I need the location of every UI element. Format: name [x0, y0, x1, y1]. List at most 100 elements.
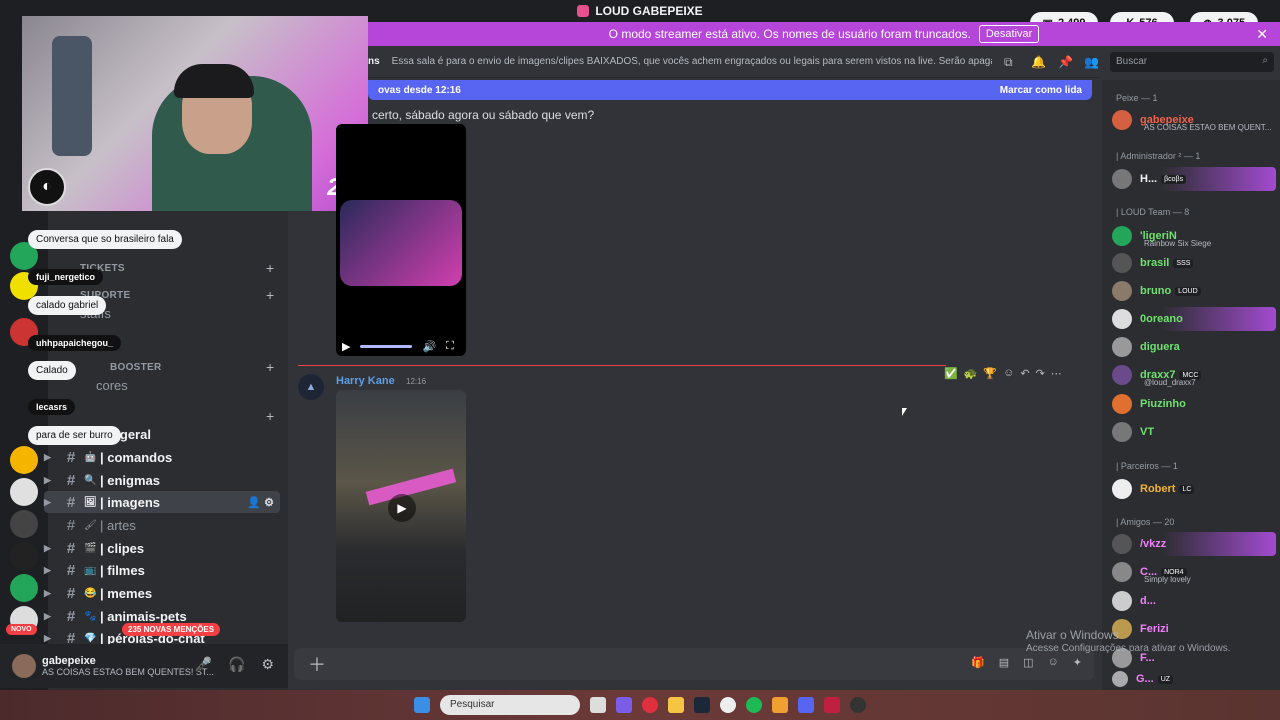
member-status: AS COISAS ESTAO BEM QUENT... [1144, 123, 1272, 132]
member-item[interactable]: 'ligeriN Rainbow Six Siege [1112, 224, 1276, 248]
member-item[interactable]: draxx7 MCC @loud_draxx7 [1112, 363, 1276, 387]
member-item[interactable]: H... βcoβs [1112, 167, 1276, 191]
member-item[interactable]: brasil SSS [1112, 251, 1276, 275]
add-channel-icon[interactable]: + [266, 287, 274, 303]
member-item[interactable]: d... [1112, 589, 1276, 613]
channel-emoji-icon: 😂 [84, 587, 97, 599]
pin-icon[interactable]: 📌 [1058, 55, 1073, 69]
reaction-icon[interactable]: 🐢 [964, 367, 978, 380]
server-icon[interactable] [10, 446, 38, 474]
server-icon[interactable] [10, 574, 38, 602]
apps-icon[interactable]: ✦ [1073, 656, 1082, 669]
add-reaction-icon[interactable]: ☺ [1003, 367, 1014, 379]
member-item[interactable]: G... UZ [1112, 670, 1276, 688]
channel-enigmas[interactable]: ▶ # 🔍 | enigmas [44, 469, 280, 491]
member-item[interactable]: Robert LC [1112, 477, 1276, 501]
sticker-icon[interactable]: ◫ [1023, 656, 1033, 669]
taskbar-search[interactable]: Pesquisar [440, 695, 580, 715]
windows-activation-watermark: Ativar o Windows [1026, 628, 1119, 642]
video-attachment[interactable]: ▶ 🔊 ⛶ [336, 124, 466, 356]
add-channel-icon[interactable]: + [266, 359, 274, 375]
member-item[interactable]: C... NOR4 Simply lovely [1112, 560, 1276, 584]
more-icon[interactable]: ⋯ [1051, 367, 1062, 380]
avatar [1112, 591, 1132, 611]
disable-streamer-button[interactable]: Desativar [978, 25, 1040, 43]
play-icon[interactable]: ▶ [388, 494, 416, 522]
spotify-icon[interactable] [746, 697, 762, 713]
mute-icon[interactable]: 🎤 [195, 656, 212, 673]
emoji-icon[interactable]: ☺ [1048, 656, 1059, 669]
gear-icon[interactable]: ⚙ [261, 656, 274, 673]
gift-icon[interactable]: 🎁 [971, 656, 985, 669]
new-messages-bar[interactable]: ovas desde 12:16 Marcar como lida [368, 80, 1092, 100]
server-icon[interactable] [10, 542, 38, 570]
channel-emoji-icon: 🔍 [84, 474, 97, 486]
headphones-icon[interactable]: 🎧 [228, 656, 245, 673]
opera-icon[interactable] [642, 697, 658, 713]
app-icon[interactable] [772, 697, 788, 713]
task-view-icon[interactable] [590, 697, 606, 713]
channel-filmes[interactable]: ▶ # 📺 | filmes [44, 559, 280, 581]
folder-icon[interactable] [668, 697, 684, 713]
category-booster[interactable]: BOOSTER [110, 362, 162, 373]
reply-icon[interactable]: ↶ [1020, 367, 1029, 380]
member-item[interactable]: VT [1112, 420, 1276, 444]
hash-icon: # [66, 448, 76, 466]
window-title: LOUD GABEPEIXE [595, 4, 703, 18]
members-icon[interactable]: 👥 [1084, 55, 1099, 69]
server-icon[interactable] [10, 478, 38, 506]
app-icon[interactable] [616, 697, 632, 713]
chat-username-tag: lecasrs [28, 399, 76, 415]
start-icon[interactable] [414, 697, 430, 713]
member-item[interactable]: gabepeixe AS COISAS ESTAO BEM QUENT... [1112, 108, 1276, 132]
video-attachment[interactable]: ▶ [336, 390, 466, 622]
add-channel-icon[interactable]: + [266, 260, 274, 276]
channel-topic[interactable]: Essa sala é para o envio de imagens/clip… [392, 56, 992, 67]
member-item[interactable]: diguera [1112, 335, 1276, 359]
mentions-badge[interactable]: 235 NOVAS MENÇÕES [122, 623, 221, 636]
app-icon[interactable] [720, 697, 736, 713]
discord-icon[interactable] [798, 697, 814, 713]
bell-icon[interactable]: 🔔 [1031, 55, 1046, 69]
channel-imagens[interactable]: ▶ # 🖼 | imagens 👤 ⚙ [44, 491, 280, 513]
member-item[interactable]: Piuzinho [1112, 392, 1276, 416]
member-item[interactable]: /vkzz [1112, 532, 1276, 556]
member-item[interactable]: bruno LOUD [1112, 279, 1276, 303]
add-attachment-icon[interactable]: ＋ [308, 651, 326, 677]
channel-artes[interactable]: # 🖌 | artes [44, 514, 280, 536]
message-author[interactable]: Harry Kane [336, 375, 395, 387]
forward-icon[interactable]: ↷ [1036, 367, 1045, 380]
add-channel-icon[interactable]: + [266, 408, 274, 424]
gif-icon[interactable]: ▤ [999, 656, 1009, 669]
channel-cores[interactable]: cores [96, 374, 216, 396]
channel-memes[interactable]: ▶ # 😂 | memes [44, 582, 280, 604]
channel-comandos[interactable]: ▶ # 🤖 | comandos [44, 446, 280, 468]
volume-icon[interactable]: 🔊 [422, 340, 436, 353]
streamer-banner-text: O modo streamer está ativo. Os nomes de … [608, 27, 971, 41]
chat-username-tag: fuji_nergetico [28, 269, 104, 285]
channel-emoji-icon: 🐾 [84, 610, 97, 622]
channel-clipes[interactable]: ▶ # 🎬 | clipes [44, 537, 280, 559]
mark-read-button[interactable]: Marcar como lida [1000, 85, 1082, 96]
message-composer[interactable]: ＋ 🎁 ▤ ◫ ☺ ✦ [294, 648, 1094, 680]
search-input[interactable]: Buscar ⌕ [1110, 52, 1274, 72]
reaction-check-icon[interactable]: ✅ [944, 367, 958, 380]
avatar[interactable]: ▲ [298, 374, 324, 400]
chevron-right-icon: ▶ [44, 451, 51, 462]
server-icon[interactable] [10, 510, 38, 538]
obs-icon[interactable] [850, 697, 866, 713]
close-icon[interactable]: ✕ [1256, 26, 1268, 43]
fullscreen-icon[interactable]: ⛶ [446, 340, 454, 353]
avatar[interactable] [12, 654, 36, 678]
member-item[interactable]: 0oreano [1112, 307, 1276, 331]
channel-chat-geral[interactable]: at-geral [104, 423, 224, 445]
channel-label: cores [96, 377, 128, 393]
channel-settings-icon[interactable]: 👤 ⚙ [247, 496, 274, 509]
member-item[interactable]: Ferizi [1112, 617, 1276, 641]
play-icon[interactable]: ▶ [342, 340, 350, 353]
reaction-icon[interactable]: 🏆 [983, 367, 997, 380]
threads-icon[interactable]: ⧉ [1004, 55, 1013, 70]
progress-bar[interactable] [360, 344, 413, 348]
app-icon[interactable] [824, 697, 840, 713]
steam-icon[interactable] [694, 697, 710, 713]
